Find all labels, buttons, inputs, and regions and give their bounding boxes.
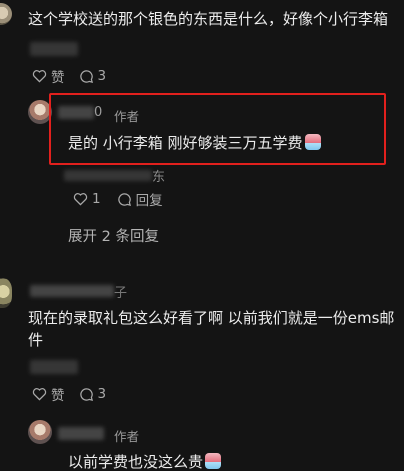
reply-count[interactable]: 3 (98, 386, 107, 402)
comment-meta-blurred (30, 42, 78, 56)
heart-icon[interactable] (73, 192, 88, 207)
reply-text: 以前学费也没这么贵 (68, 451, 222, 471)
reply-meta-tail: 东 (152, 170, 166, 185)
like-label[interactable]: 赞 (51, 66, 65, 86)
comment-icon[interactable] (117, 192, 132, 207)
comment-meta-blurred (30, 360, 78, 374)
reply-actions: 1 回复 (73, 189, 163, 209)
author-tag: 作者 (114, 429, 140, 444)
reply-count[interactable]: 3 (98, 68, 107, 84)
reply-button-label[interactable]: 回复 (136, 189, 163, 209)
comment-actions: 赞 3 (32, 384, 106, 404)
comment-text: 这个学校送的那个银色的东西是什么，好像个小行李箱 (28, 10, 389, 28)
highlight-box (49, 93, 386, 165)
comment-actions: 赞 3 (32, 66, 106, 86)
commenter-name-tail[interactable]: 子 (114, 282, 127, 301)
heart-icon[interactable] (32, 69, 47, 84)
reply-text-content: 以前学费也没这么贵 (68, 453, 204, 471)
avatar[interactable] (0, 278, 12, 308)
comment-text: 现在的录取礼包这么好看了啊 以前我们就是一份ems邮件 (28, 309, 395, 349)
avatar[interactable] (0, 3, 12, 25)
comment-icon[interactable] (79, 387, 94, 402)
author-name-blurred (58, 427, 104, 440)
like-label[interactable]: 赞 (51, 384, 65, 404)
crying-emoji-icon (205, 453, 222, 469)
heart-icon[interactable] (32, 387, 47, 402)
expand-replies-link[interactable]: 展开 2 条回复 (68, 225, 159, 246)
like-count[interactable]: 1 (92, 191, 101, 207)
avatar[interactable] (28, 420, 52, 444)
commenter-name-blurred (30, 285, 114, 297)
comment-icon[interactable] (79, 69, 94, 84)
reply-meta-blurred (64, 170, 152, 181)
